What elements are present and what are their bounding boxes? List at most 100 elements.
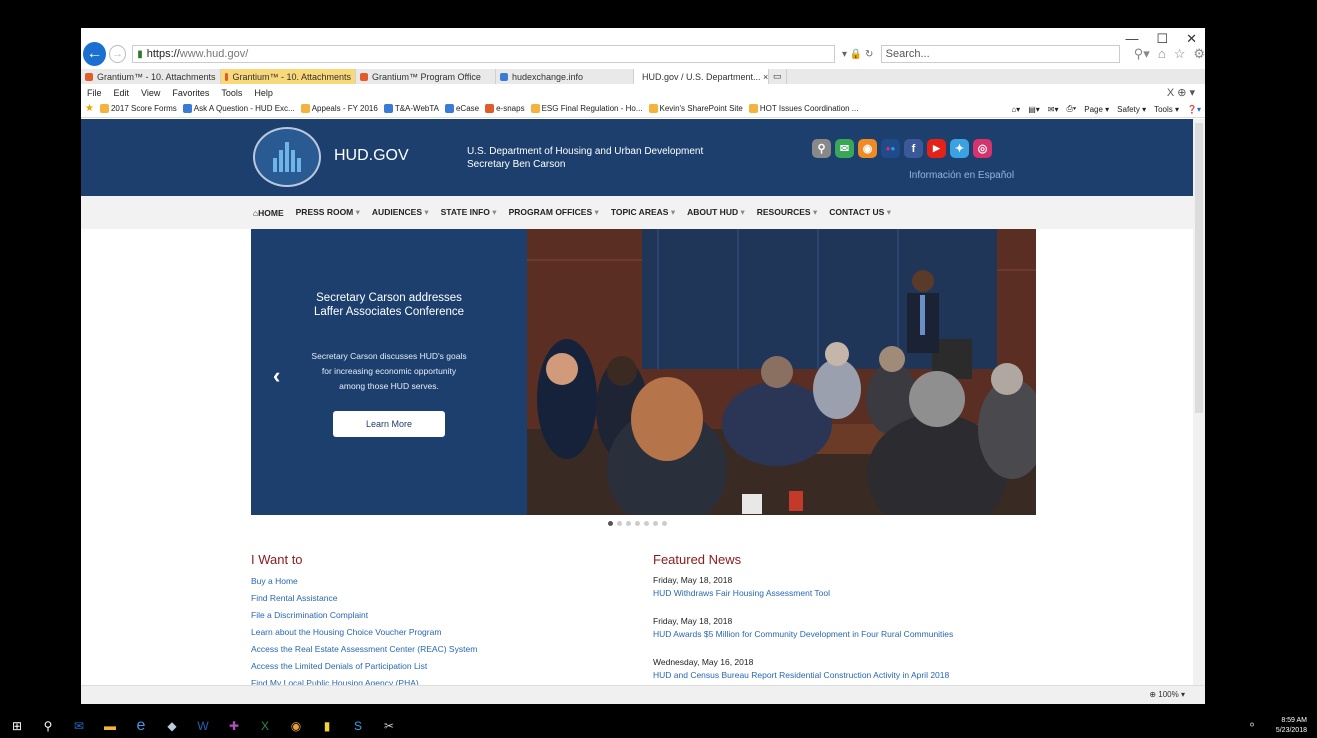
- search-icon[interactable]: ⚲: [37, 717, 59, 735]
- nav-audiences[interactable]: AUDIENCES ▾: [372, 207, 429, 218]
- iwant-link[interactable]: Find My Local Public Housing Agency (PHA…: [251, 675, 611, 685]
- excel-icon[interactable]: X: [254, 717, 276, 735]
- feeds-icon[interactable]: ▤▾: [1028, 105, 1040, 114]
- nav-state-info[interactable]: STATE INFO ▾: [441, 207, 497, 218]
- carousel-dot-1[interactable]: [608, 521, 613, 526]
- internet-explorer-icon[interactable]: e: [130, 717, 152, 735]
- fav-item-8[interactable]: HOT Issues Coordination ...: [748, 104, 858, 114]
- tab-grantium-program[interactable]: Grantium™ Program Office: [356, 69, 496, 84]
- nav-topic-areas[interactable]: TOPIC AREAS ▾: [611, 207, 675, 218]
- snipping-tool-icon[interactable]: ✂: [378, 717, 400, 735]
- news-link[interactable]: HUD Awards $5 Million for Community Deve…: [653, 628, 1073, 641]
- chrome-icon[interactable]: ◉: [285, 717, 307, 735]
- nav-resources[interactable]: RESOURCES ▾: [757, 207, 818, 218]
- fav-item-2[interactable]: Appeals - FY 2016: [300, 104, 378, 114]
- nav-program-offices[interactable]: PROGRAM OFFICES ▾: [509, 207, 599, 218]
- carousel-dot-5[interactable]: [644, 521, 649, 526]
- page-menu[interactable]: Page ▾: [1084, 105, 1109, 114]
- system-clock[interactable]: 8:59 AM 5/23/2018: [1276, 716, 1307, 736]
- youtube-icon[interactable]: ▶: [927, 139, 946, 158]
- fav-item-1[interactable]: Ask A Question - HUD Exc...: [182, 104, 295, 114]
- facebook-icon[interactable]: f: [904, 139, 923, 158]
- iwant-link[interactable]: Learn about the Housing Choice Voucher P…: [251, 624, 611, 641]
- menu-edit[interactable]: Edit: [114, 88, 130, 98]
- fav-item-3[interactable]: T&A-WebTA: [383, 104, 439, 114]
- address-tools[interactable]: ▾ 🔒 ↻: [835, 49, 881, 60]
- carousel-dot-6[interactable]: [653, 521, 658, 526]
- app-icon[interactable]: ◆: [161, 717, 183, 735]
- home-icon[interactable]: ⌂: [1158, 46, 1166, 62]
- onenote-icon[interactable]: ✚: [223, 717, 245, 735]
- hud-seal-logo[interactable]: [253, 127, 321, 187]
- rss-icon[interactable]: ◉: [858, 139, 877, 158]
- news-link[interactable]: HUD Withdraws Fair Housing Assessment To…: [653, 587, 1073, 600]
- nav-home[interactable]: ⌂HOME: [253, 208, 284, 218]
- flickr-icon[interactable]: ● ●: [881, 139, 900, 158]
- favorites-star-icon[interactable]: ★: [85, 103, 94, 114]
- safety-menu[interactable]: Safety ▾: [1117, 105, 1146, 114]
- iwant-link[interactable]: File a Discrimination Complaint: [251, 607, 611, 624]
- address-bar[interactable]: ▮ https:// www.hud.gov/: [132, 45, 835, 63]
- carousel-dot-4[interactable]: [635, 521, 640, 526]
- back-button[interactable]: ←: [83, 42, 106, 66]
- windows-start-icon[interactable]: ⊞: [6, 717, 28, 735]
- carousel-dot-3[interactable]: [626, 521, 631, 526]
- zoom-control[interactable]: ⊕ 100% ▾: [1149, 690, 1185, 699]
- menu-help[interactable]: Help: [254, 88, 273, 98]
- iwant-link[interactable]: Access the Real Estate Assessment Center…: [251, 641, 611, 658]
- sticky-notes-icon[interactable]: ▮: [316, 717, 338, 735]
- fav-item-0[interactable]: 2017 Score Forms: [99, 104, 177, 114]
- news-link[interactable]: HUD and Census Bureau Report Residential…: [653, 669, 1073, 682]
- menu-tools[interactable]: Tools: [221, 88, 242, 98]
- learn-more-button[interactable]: Learn More: [333, 411, 445, 437]
- carousel-dot-7[interactable]: [662, 521, 667, 526]
- fav-item-4[interactable]: eCase: [444, 104, 479, 114]
- menu-file[interactable]: File: [87, 88, 102, 98]
- site-title[interactable]: HUD.GOV: [334, 147, 409, 165]
- nav-about-hud[interactable]: ABOUT HUD ▾: [687, 207, 745, 218]
- search-input[interactable]: Search...: [880, 45, 1120, 63]
- search-dropdown-icon[interactable]: ⚲▾: [1134, 46, 1150, 62]
- carousel-dot-2[interactable]: [617, 521, 622, 526]
- page-scrollbar[interactable]: [1193, 119, 1205, 685]
- gear-icon[interactable]: ⚙: [1193, 46, 1205, 62]
- skype-icon[interactable]: S: [347, 717, 369, 735]
- word-icon[interactable]: W: [192, 717, 214, 735]
- network-icon[interactable]: ⚬: [1247, 718, 1257, 732]
- print-icon[interactable]: ⎙▾: [1066, 104, 1076, 114]
- nav-contact-us[interactable]: CONTACT US ▾: [829, 207, 891, 218]
- tab-grantium-2[interactable]: Grantium™ - 10. Attachments: [221, 69, 356, 84]
- tab-grantium-1[interactable]: Grantium™ - 10. Attachments: [81, 69, 221, 84]
- fav-item-5[interactable]: e-snaps: [485, 104, 525, 114]
- hero-photo[interactable]: [527, 229, 1036, 515]
- fav-item-7[interactable]: Kevin's SharePoint Site: [648, 104, 743, 114]
- menu-view[interactable]: View: [141, 88, 160, 98]
- twitter-icon[interactable]: ✦: [950, 139, 969, 158]
- iwant-link[interactable]: Find Rental Assistance: [251, 590, 611, 607]
- tab-hudexchange[interactable]: hudexchange.info: [496, 69, 634, 84]
- new-tab-button[interactable]: ▭: [769, 69, 787, 84]
- email-icon[interactable]: ✉: [835, 139, 854, 158]
- help-icon[interactable]: ❓▾: [1187, 105, 1201, 114]
- scrollbar-thumb[interactable]: [1195, 123, 1203, 413]
- mail-icon[interactable]: ✉▾: [1048, 105, 1059, 114]
- spanish-link[interactable]: Información en Español: [909, 170, 1014, 181]
- carousel-prev-icon[interactable]: ‹: [273, 363, 280, 389]
- i-want-to-section: I Want to Buy a Home Find Rental Assista…: [251, 552, 611, 685]
- instagram-icon[interactable]: ◎: [973, 139, 992, 158]
- search-icon[interactable]: ⚲: [812, 139, 831, 158]
- tools-menu[interactable]: Tools ▾: [1154, 105, 1179, 114]
- outlook-icon[interactable]: ✉: [68, 717, 90, 735]
- fav-item-6[interactable]: ESG Final Regulation - Ho...: [530, 104, 643, 114]
- menu-favorites[interactable]: Favorites: [172, 88, 209, 98]
- iwant-link[interactable]: Access the Limited Denials of Participat…: [251, 658, 611, 675]
- command-bar: ⌂▾ ▤▾ ✉▾ ⎙▾ Page ▾ Safety ▾ Tools ▾ ❓▾: [1005, 100, 1201, 117]
- iwant-link[interactable]: Buy a Home: [251, 573, 611, 590]
- forward-button[interactable]: →: [108, 45, 127, 63]
- home-icon[interactable]: ⌂▾: [1011, 105, 1020, 114]
- file-explorer-icon[interactable]: ▬: [99, 717, 121, 735]
- nav-press-room[interactable]: PRESS ROOM ▾: [296, 207, 360, 218]
- tab-hud-gov[interactable]: HUD.gov / U.S. Department... ×: [634, 69, 769, 84]
- star-icon[interactable]: ☆: [1174, 46, 1186, 62]
- addon-icons[interactable]: X ⊕ ▾: [1167, 86, 1195, 99]
